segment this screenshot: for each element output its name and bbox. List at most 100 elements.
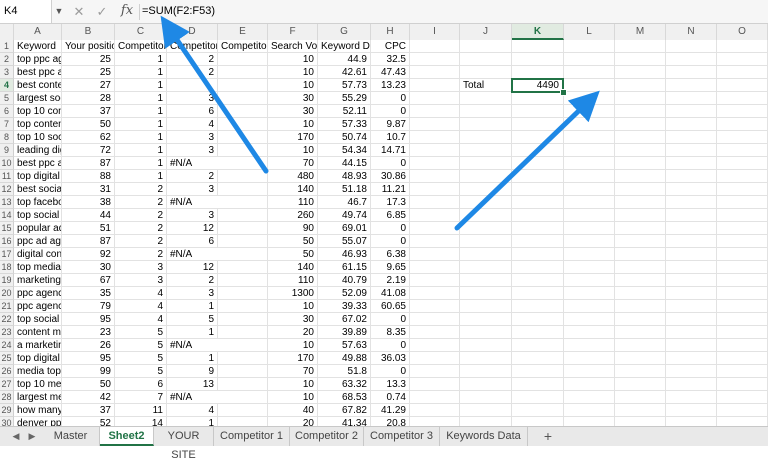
cell[interactable]: 10	[268, 300, 318, 313]
cell[interactable]: 95	[62, 352, 115, 365]
cell[interactable]	[564, 352, 615, 365]
column-title-b[interactable]: Your position	[62, 40, 115, 53]
fill-handle[interactable]	[560, 89, 567, 96]
cell[interactable]: 2	[167, 274, 218, 287]
cell[interactable]	[218, 222, 268, 235]
cell[interactable]	[615, 404, 666, 417]
tab-next-icon[interactable]: ▶	[24, 427, 40, 446]
cell[interactable]: 44.9	[318, 53, 371, 66]
row-header[interactable]: 20	[0, 287, 14, 300]
row-header[interactable]: 17	[0, 248, 14, 261]
cell[interactable]	[615, 170, 666, 183]
cell[interactable]: 3	[167, 92, 218, 105]
cell[interactable]	[717, 53, 768, 66]
cell[interactable]: 1	[167, 300, 218, 313]
row-header[interactable]: 3	[0, 66, 14, 79]
cell[interactable]	[410, 391, 460, 404]
cell[interactable]: 12	[167, 261, 218, 274]
cell[interactable]: 0	[371, 235, 410, 248]
cell[interactable]: 2	[115, 183, 167, 196]
cell[interactable]: 2	[115, 222, 167, 235]
cell[interactable]	[512, 170, 564, 183]
row-header[interactable]: 4	[0, 79, 14, 92]
cell[interactable]	[564, 144, 615, 157]
cell[interactable]	[717, 170, 768, 183]
cell[interactable]: 5	[115, 365, 167, 378]
cell[interactable]: 49.74	[318, 209, 371, 222]
cell[interactable]: 42.61	[318, 66, 371, 79]
row-header[interactable]: 11	[0, 170, 14, 183]
cell[interactable]	[218, 404, 268, 417]
cell[interactable]	[666, 235, 717, 248]
cell[interactable]: 1	[115, 131, 167, 144]
cell[interactable]: 20	[268, 326, 318, 339]
cell[interactable]: 9	[167, 365, 218, 378]
cell[interactable]: 3	[167, 209, 218, 222]
row-header[interactable]: 7	[0, 118, 14, 131]
cell[interactable]	[512, 313, 564, 326]
cell[interactable]	[615, 391, 666, 404]
cell[interactable]	[564, 417, 615, 426]
cell[interactable]: top social me	[14, 209, 62, 222]
cell[interactable]	[615, 313, 666, 326]
cell[interactable]: 2	[167, 66, 218, 79]
cell[interactable]	[717, 196, 768, 209]
cell[interactable]	[410, 404, 460, 417]
cell[interactable]	[717, 209, 768, 222]
cell[interactable]	[717, 404, 768, 417]
cell[interactable]	[666, 157, 717, 170]
cell[interactable]	[717, 339, 768, 352]
cell[interactable]	[717, 131, 768, 144]
cell[interactable]	[410, 378, 460, 391]
cell[interactable]	[512, 92, 564, 105]
cell[interactable]: 63.32	[318, 378, 371, 391]
row-header[interactable]: 10	[0, 157, 14, 170]
cell[interactable]: 6	[167, 105, 218, 118]
cell[interactable]	[564, 105, 615, 118]
cell[interactable]	[615, 248, 666, 261]
cell[interactable]: 3	[167, 183, 218, 196]
cell[interactable]	[512, 365, 564, 378]
cell[interactable]: 62	[62, 131, 115, 144]
cell[interactable]: #N/A	[167, 248, 218, 261]
cell[interactable]: 50	[62, 118, 115, 131]
sheet-tab-sheet2[interactable]: Sheet2	[100, 427, 154, 446]
select-all-corner[interactable]	[0, 24, 14, 40]
cell[interactable]: 67.82	[318, 404, 371, 417]
cell[interactable]: 3	[167, 287, 218, 300]
cell[interactable]: best social m	[14, 183, 62, 196]
cell[interactable]: 68.53	[318, 391, 371, 404]
cell[interactable]: 260	[268, 209, 318, 222]
column-header-c[interactable]: C	[115, 24, 167, 40]
row-header[interactable]: 28	[0, 391, 14, 404]
cell[interactable]	[717, 79, 768, 92]
cell[interactable]	[410, 417, 460, 426]
column-title-g[interactable]: Keyword Difficulty	[318, 40, 371, 53]
cell[interactable]: #N/A	[167, 391, 218, 404]
cell[interactable]: 30.86	[371, 170, 410, 183]
cell[interactable]: content mark	[14, 326, 62, 339]
cell[interactable]: top social me	[14, 313, 62, 326]
column-header-b[interactable]: B	[62, 24, 115, 40]
cell[interactable]: top digital m	[14, 352, 62, 365]
cell[interactable]	[410, 118, 460, 131]
cell[interactable]: 57.33	[318, 118, 371, 131]
column-title-c[interactable]: Competitor 1	[115, 40, 167, 53]
row-header[interactable]: 2	[0, 53, 14, 66]
cell[interactable]	[666, 183, 717, 196]
cell[interactable]	[460, 274, 512, 287]
cell[interactable]	[615, 209, 666, 222]
cell[interactable]: #N/A	[167, 157, 218, 170]
cell[interactable]: 2	[115, 248, 167, 261]
cell[interactable]	[717, 365, 768, 378]
cell[interactable]: top digital m	[14, 170, 62, 183]
cell[interactable]: 92	[62, 248, 115, 261]
column-header-m[interactable]: M	[615, 24, 666, 40]
cell[interactable]	[460, 326, 512, 339]
cell[interactable]	[218, 79, 268, 92]
cell[interactable]: 11.21	[371, 183, 410, 196]
cell[interactable]	[666, 391, 717, 404]
cell[interactable]: #N/A	[167, 339, 218, 352]
cell[interactable]	[615, 261, 666, 274]
column-title-a[interactable]: Keyword	[14, 40, 62, 53]
